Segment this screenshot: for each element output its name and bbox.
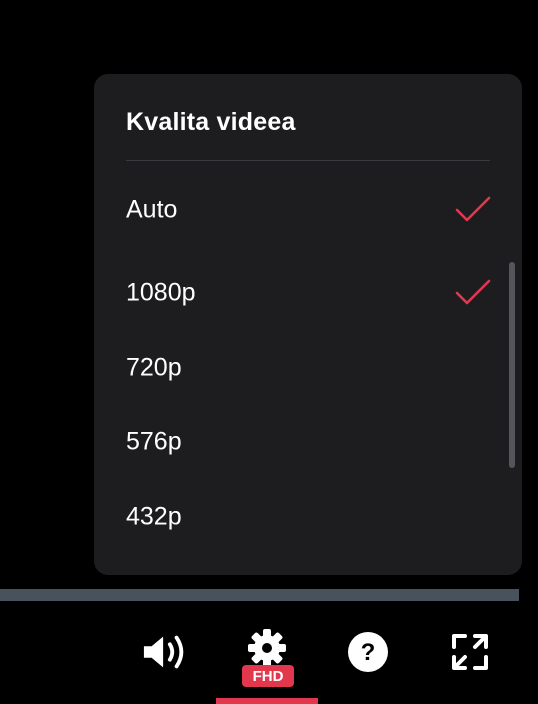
quality-option-label: 432p — [126, 502, 182, 531]
quality-option-auto[interactable]: Auto — [94, 180, 522, 240]
quality-option-label: 1080p — [126, 278, 196, 307]
quality-option-1080p[interactable]: 1080p — [94, 263, 522, 323]
fullscreen-button[interactable] — [446, 628, 494, 676]
volume-icon — [143, 635, 184, 669]
volume-button[interactable] — [142, 628, 190, 676]
menu-scrollbar[interactable] — [509, 262, 515, 468]
fullscreen-icon — [452, 634, 488, 670]
gear-icon — [248, 629, 286, 667]
check-icon — [455, 196, 491, 222]
check-icon — [455, 279, 491, 305]
quality-option-label: 576p — [126, 427, 182, 456]
quality-option-720p[interactable]: 720p — [94, 338, 522, 398]
help-button[interactable]: ? — [344, 628, 392, 676]
settings-active-indicator — [216, 698, 318, 704]
menu-divider — [126, 160, 490, 161]
quality-menu: Kvalita videea Auto 1080p 720p 576p 432p — [94, 74, 522, 575]
quality-option-label: 720p — [126, 353, 182, 382]
help-icon: ? — [348, 632, 388, 672]
svg-text:?: ? — [361, 639, 376, 666]
quality-menu-title: Kvalita videea — [126, 108, 296, 136]
progress-bar[interactable] — [0, 589, 519, 601]
quality-option-label: Auto — [126, 195, 178, 224]
quality-badge: FHD — [242, 665, 294, 687]
quality-option-576p[interactable]: 576p — [94, 412, 522, 472]
quality-option-432p[interactable]: 432p — [94, 487, 522, 547]
